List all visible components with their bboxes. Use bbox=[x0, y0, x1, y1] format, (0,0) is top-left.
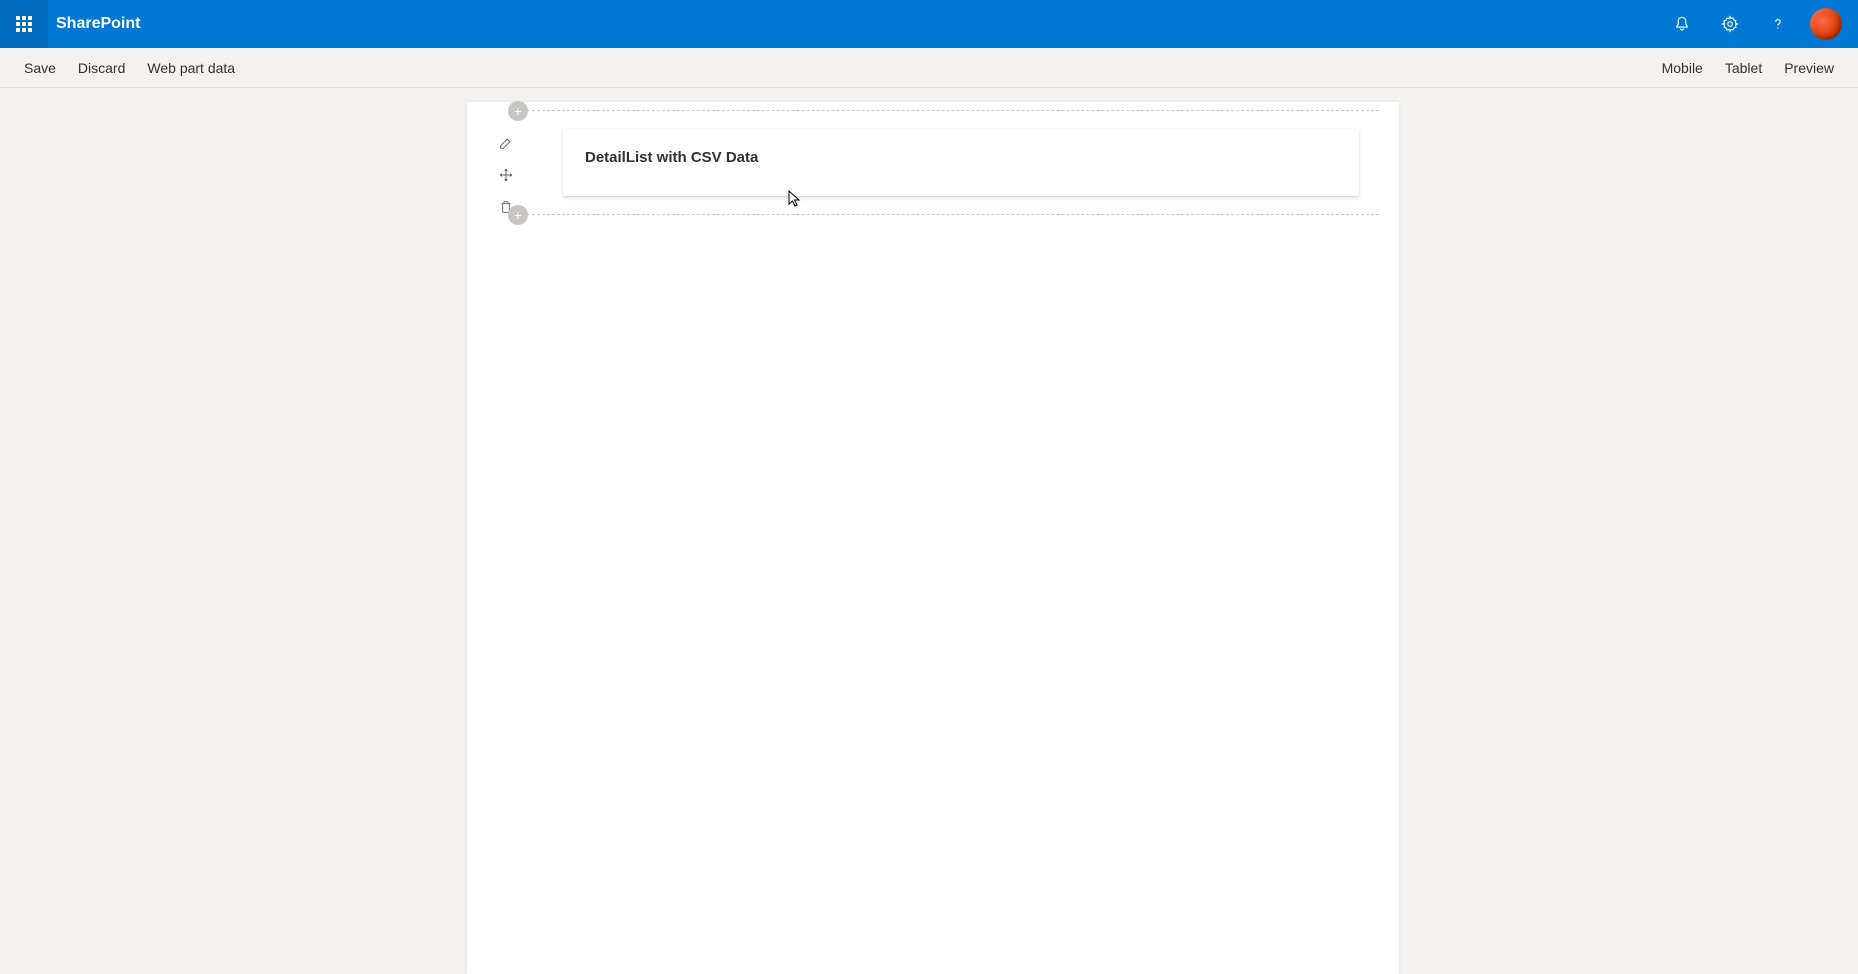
suite-nav-left: SharePoint bbox=[0, 0, 140, 48]
question-icon bbox=[1769, 15, 1787, 33]
mobile-view-button[interactable]: Mobile bbox=[1662, 60, 1703, 76]
bell-icon bbox=[1673, 15, 1691, 33]
app-name-label[interactable]: SharePoint bbox=[56, 15, 140, 33]
edit-icon bbox=[498, 135, 514, 151]
suite-nav: SharePoint bbox=[0, 0, 1858, 48]
tablet-view-button[interactable]: Tablet bbox=[1725, 60, 1762, 76]
user-avatar[interactable] bbox=[1810, 8, 1842, 40]
section-zone: + DetailList with CSV Data bbox=[467, 102, 1399, 232]
plus-icon: + bbox=[514, 104, 522, 118]
save-button[interactable]: Save bbox=[24, 60, 56, 76]
webpart-card[interactable]: DetailList with CSV Data bbox=[563, 129, 1359, 196]
preview-button[interactable]: Preview bbox=[1784, 60, 1834, 76]
webpart-title: DetailList with CSV Data bbox=[585, 149, 1337, 166]
move-webpart-button[interactable] bbox=[497, 166, 515, 184]
command-bar: Save Discard Web part data Mobile Tablet… bbox=[0, 48, 1858, 88]
command-bar-left: Save Discard Web part data bbox=[24, 60, 235, 76]
add-section-top-button[interactable]: + bbox=[508, 101, 528, 121]
plus-icon: + bbox=[514, 208, 522, 222]
gear-icon bbox=[1721, 15, 1739, 33]
move-icon bbox=[498, 167, 514, 183]
edit-webpart-button[interactable] bbox=[497, 134, 515, 152]
add-section-bottom-button[interactable]: + bbox=[508, 205, 528, 225]
help-button[interactable] bbox=[1754, 0, 1802, 48]
section-divider-top: + bbox=[517, 110, 1379, 111]
section-divider-bottom: + bbox=[517, 214, 1379, 215]
webpart-data-button[interactable]: Web part data bbox=[147, 60, 235, 76]
webpart-toolbar bbox=[497, 134, 515, 216]
waffle-icon bbox=[16, 16, 32, 32]
suite-nav-right bbox=[1658, 0, 1850, 48]
page-column: + DetailList with CSV Data bbox=[467, 102, 1399, 974]
discard-button[interactable]: Discard bbox=[78, 60, 125, 76]
settings-button[interactable] bbox=[1706, 0, 1754, 48]
app-launcher-button[interactable] bbox=[0, 0, 48, 48]
notifications-button[interactable] bbox=[1658, 0, 1706, 48]
webpart-region[interactable]: DetailList with CSV Data bbox=[563, 129, 1359, 196]
command-bar-right: Mobile Tablet Preview bbox=[1662, 60, 1834, 76]
canvas-area: + DetailList with CSV Data bbox=[0, 88, 1858, 974]
